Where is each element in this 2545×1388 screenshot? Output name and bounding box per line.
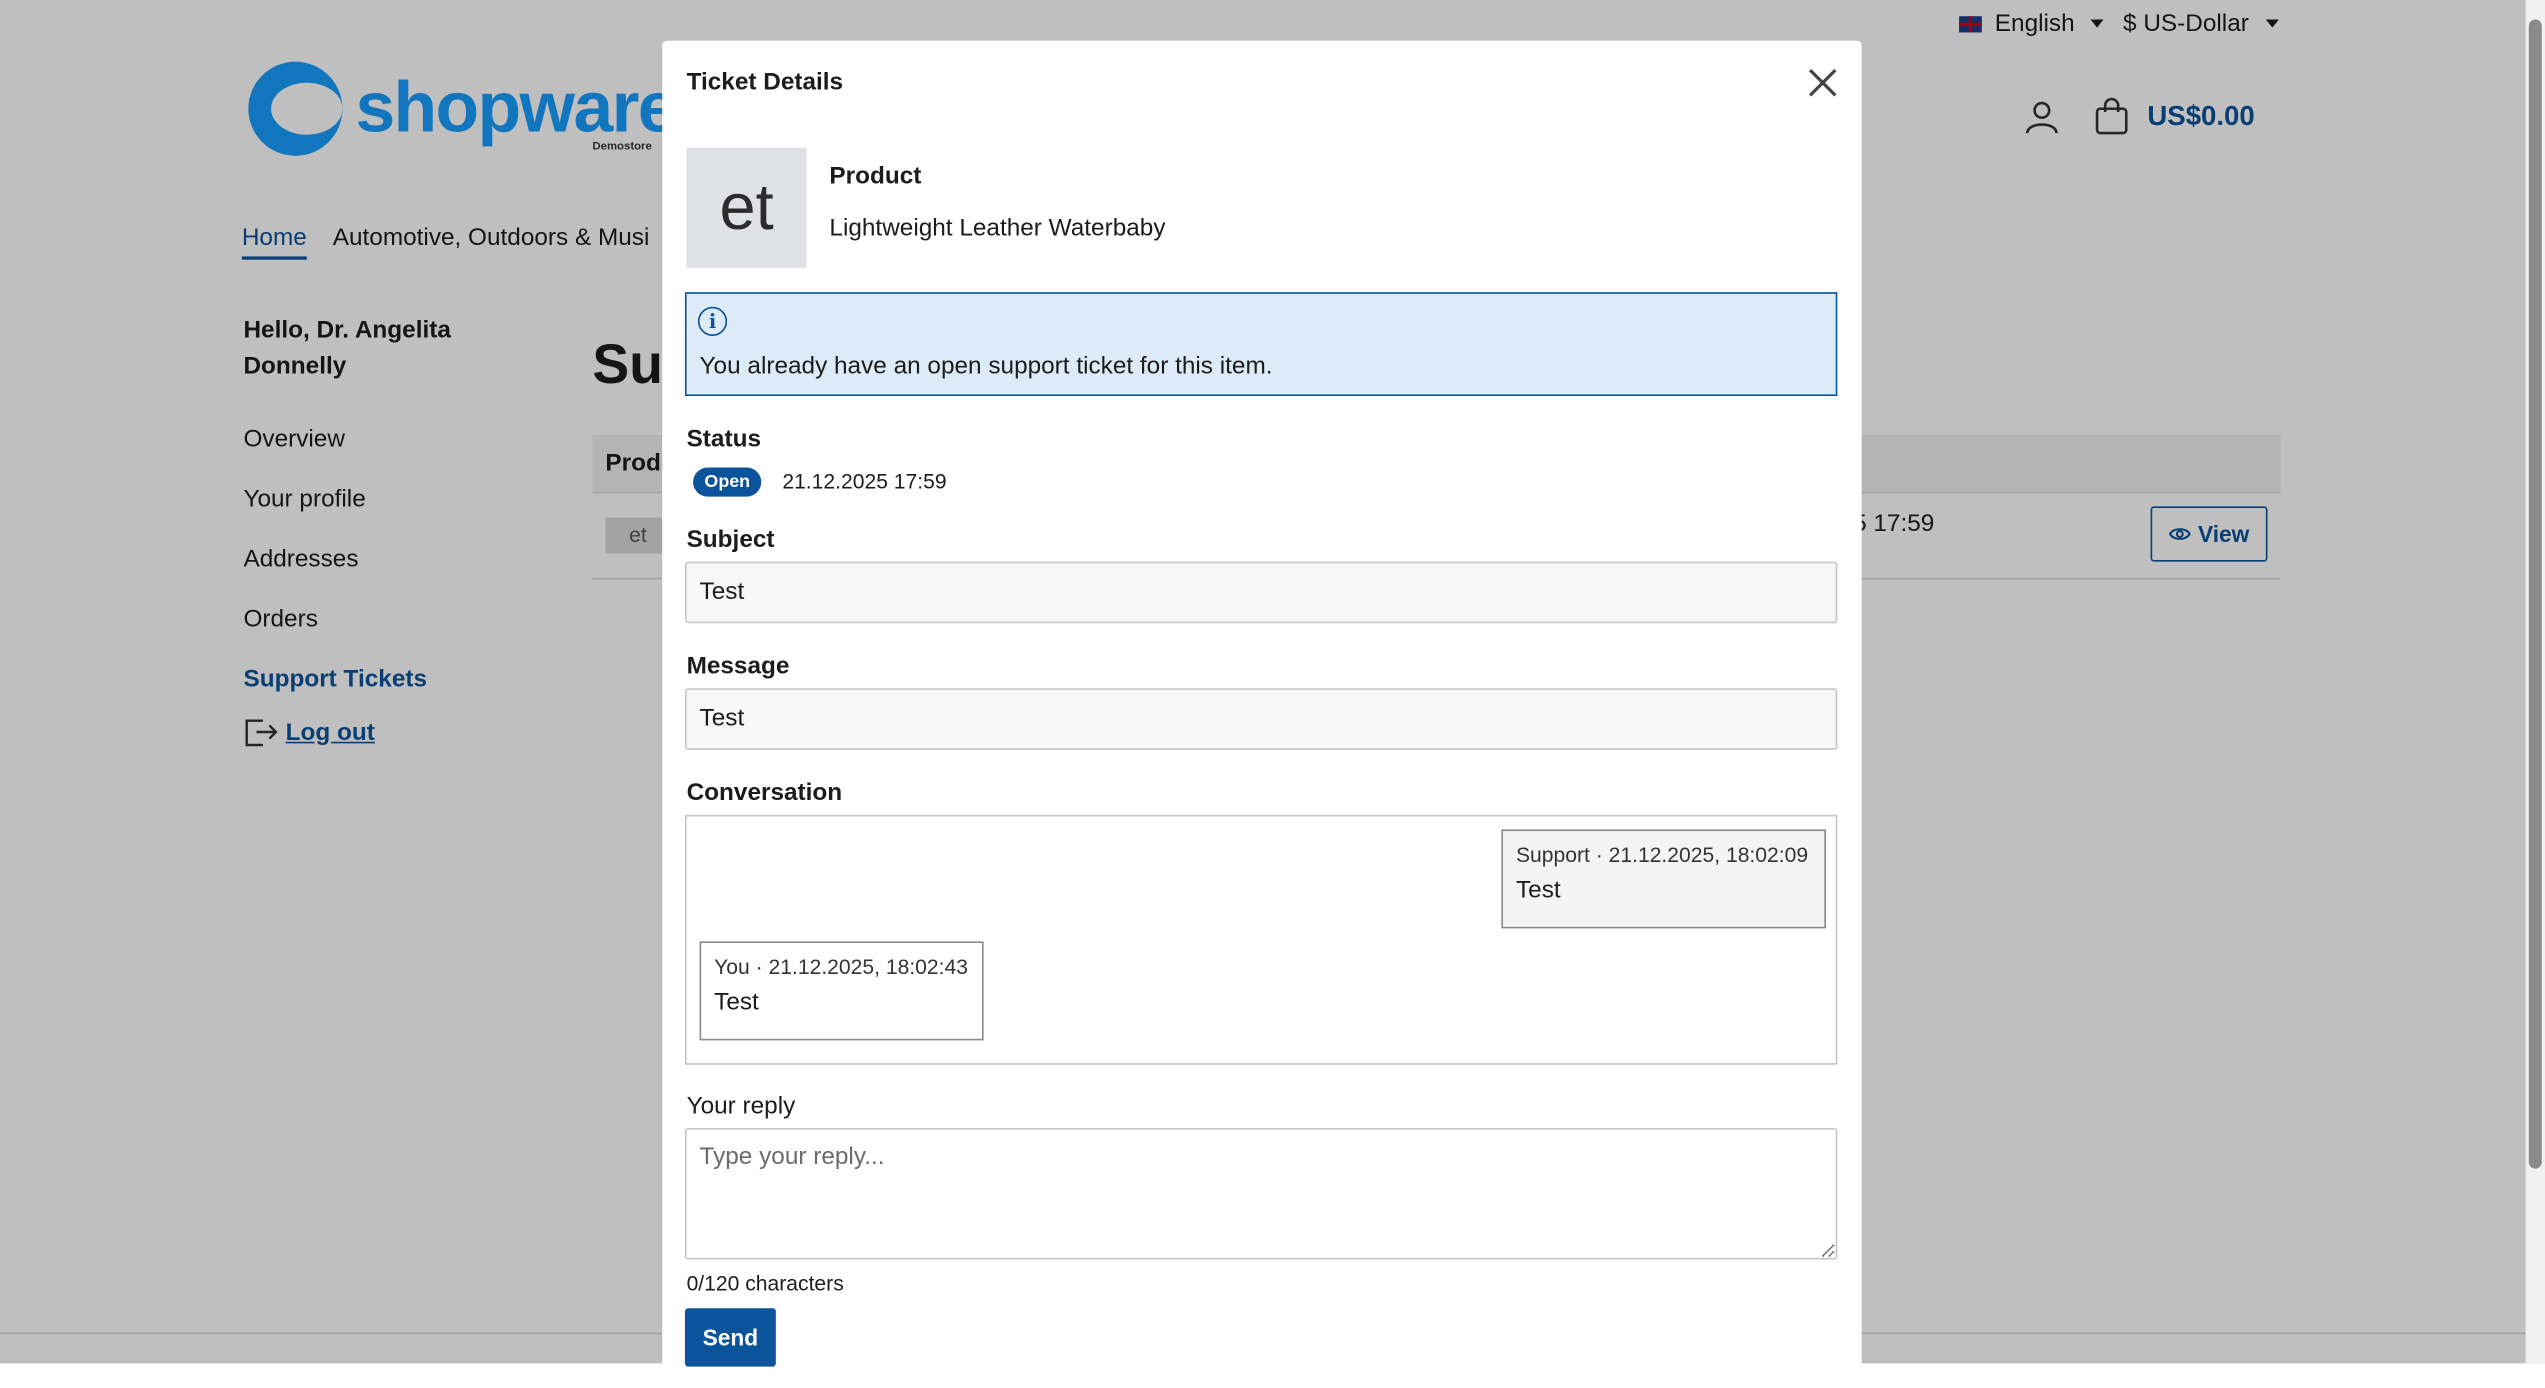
status-date: 21.12.2025 17:59 — [782, 469, 947, 494]
product-name: Lightweight Leather Waterbaby — [829, 214, 1166, 242]
message-label: Message — [686, 652, 790, 681]
alert-text: You already have an open support ticket … — [699, 352, 1273, 380]
support-message: Support · 21.12.2025, 18:02:09 Test — [1501, 829, 1826, 929]
char-counter: 0/120 characters — [686, 1270, 844, 1296]
message-body: Test — [714, 988, 759, 1017]
message-field: Test — [684, 688, 1838, 750]
message-meta: You · 21.12.2025, 18:02:43 — [714, 954, 969, 979]
scrollbar-thumb[interactable] — [2528, 19, 2542, 1169]
subject-label: Subject — [686, 525, 775, 554]
status-badge: Open — [693, 467, 762, 497]
subject-field: Test — [684, 561, 1838, 624]
send-button[interactable]: Send — [684, 1308, 776, 1367]
user-message: You · 21.12.2025, 18:02:43 Test — [699, 941, 984, 1041]
close-icon[interactable] — [1808, 68, 1837, 97]
conversation-panel[interactable]: Support · 21.12.2025, 18:02:09 Test You … — [684, 814, 1838, 1065]
product-label: Product — [829, 162, 922, 190]
info-icon: i — [697, 306, 728, 336]
conversation-label: Conversation — [686, 779, 843, 807]
info-alert: i You already have an open support ticke… — [684, 292, 1838, 397]
reply-input[interactable] — [684, 1128, 1838, 1260]
page-scrollbar[interactable] — [2525, 0, 2545, 1364]
message-body: Test — [1515, 876, 1561, 905]
message-meta: Support · 21.12.2025, 18:02:09 — [1515, 842, 1809, 867]
reply-label: Your reply — [686, 1092, 796, 1120]
product-thumbnail: et — [686, 147, 807, 268]
ticket-details-modal: Ticket Details et Product Lightweight Le… — [662, 40, 1862, 1388]
modal-title: Ticket Details — [686, 68, 844, 96]
status-label: Status — [686, 425, 761, 453]
